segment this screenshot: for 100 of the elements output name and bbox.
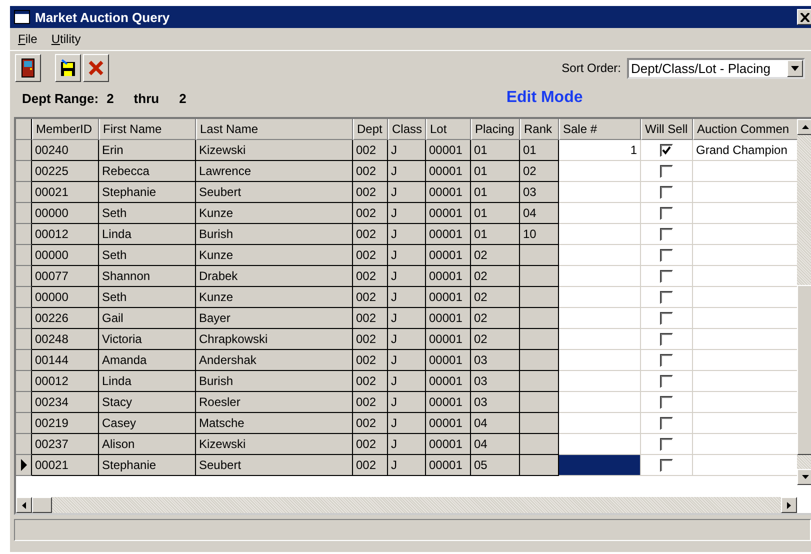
table-cell: Bayer xyxy=(196,308,353,329)
will-sell-checkbox[interactable] xyxy=(660,438,673,450)
will-sell-checkbox[interactable] xyxy=(660,228,673,240)
table-cell: 03 xyxy=(471,371,520,392)
row-header[interactable] xyxy=(16,350,32,371)
row-header[interactable] xyxy=(16,287,32,308)
table-cell xyxy=(520,392,559,413)
table-cell: J xyxy=(388,350,426,371)
table-cell: J xyxy=(388,392,426,413)
will-sell-checkbox[interactable] xyxy=(660,416,673,430)
dropdown-arrow-icon[interactable] xyxy=(791,66,799,70)
sale-number-cell[interactable] xyxy=(559,329,641,350)
table-cell: J xyxy=(388,455,426,476)
will-sell-checkbox[interactable] xyxy=(660,164,673,178)
will-sell-checkbox[interactable] xyxy=(660,144,673,156)
sale-number-cell[interactable] xyxy=(559,371,641,392)
row-header[interactable] xyxy=(16,161,32,182)
row-header[interactable] xyxy=(16,392,32,413)
will-sell-checkbox[interactable] xyxy=(660,248,673,262)
will-sell-checkbox[interactable] xyxy=(660,270,673,282)
table-cell: 002 xyxy=(353,203,388,224)
sale-number-cell[interactable] xyxy=(559,392,641,413)
table-cell: 01 xyxy=(471,203,520,224)
table-cell: Seth xyxy=(99,203,196,224)
column-header[interactable]: Last Name xyxy=(196,119,353,140)
row-header[interactable] xyxy=(16,182,32,203)
row-header[interactable] xyxy=(16,329,32,350)
range-end-value: 2 xyxy=(179,90,186,106)
sort-order-dropdown[interactable]: Dept/Class/Lot - Placing xyxy=(627,58,805,78)
sale-number-cell[interactable] xyxy=(559,308,641,329)
save-icon[interactable] xyxy=(55,54,81,82)
row-header[interactable] xyxy=(16,413,32,434)
sale-number-cell[interactable]: 1 xyxy=(559,140,641,161)
scroll-thumb[interactable] xyxy=(797,285,811,455)
column-header[interactable]: Sale # xyxy=(559,119,641,140)
thru-label: thru xyxy=(134,90,160,106)
sale-number-cell[interactable] xyxy=(559,350,641,371)
column-header[interactable]: First Name xyxy=(99,119,196,140)
column-header[interactable]: Will Sell xyxy=(641,119,693,140)
table-cell: 002 xyxy=(353,308,388,329)
scroll-down-icon[interactable] xyxy=(802,475,808,479)
will-sell-checkbox[interactable] xyxy=(660,354,673,366)
table-cell xyxy=(520,413,559,434)
scroll-left-icon[interactable] xyxy=(22,502,26,508)
table-cell: 01 xyxy=(471,140,520,161)
row-header[interactable] xyxy=(16,434,32,455)
column-header[interactable]: MemberID xyxy=(32,119,99,140)
scroll-thumb[interactable] xyxy=(32,497,52,513)
will-sell-checkbox[interactable] xyxy=(660,186,673,198)
table-cell: 02 xyxy=(471,287,520,308)
door-icon[interactable] xyxy=(15,54,41,82)
table-cell: 002 xyxy=(353,161,388,182)
table-cell: 002 xyxy=(353,224,388,245)
menu-item[interactable]: Utility xyxy=(51,32,81,46)
sale-number-cell[interactable] xyxy=(559,434,641,455)
row-header[interactable] xyxy=(16,371,32,392)
mode-label: Edit Mode xyxy=(506,89,583,107)
will-sell-checkbox[interactable] xyxy=(660,290,673,304)
row-header[interactable] xyxy=(16,266,32,287)
sale-number-cell[interactable] xyxy=(559,266,641,287)
table-cell: 01 xyxy=(471,161,520,182)
row-header[interactable] xyxy=(16,203,32,224)
sale-number-cell[interactable] xyxy=(559,203,641,224)
table-cell: 00000 xyxy=(32,287,99,308)
sale-number-cell[interactable] xyxy=(559,245,641,266)
table-cell: Rebecca xyxy=(99,161,196,182)
scroll-up-icon[interactable] xyxy=(802,125,808,129)
sale-number-cell[interactable] xyxy=(559,182,641,203)
column-header[interactable]: Dept xyxy=(353,119,388,140)
row-header[interactable] xyxy=(16,455,32,476)
will-sell-checkbox[interactable] xyxy=(660,396,673,408)
menu-item[interactable]: File xyxy=(18,32,38,46)
close-button[interactable] xyxy=(797,9,811,25)
table-cell xyxy=(520,308,559,329)
row-header[interactable] xyxy=(16,224,32,245)
column-header[interactable]: Rank xyxy=(520,119,559,140)
column-header[interactable]: Auction Commen xyxy=(693,119,797,140)
row-header[interactable] xyxy=(16,140,32,161)
sale-number-cell[interactable] xyxy=(559,455,641,476)
column-header[interactable]: Lot xyxy=(426,119,471,140)
will-sell-checkbox[interactable] xyxy=(660,312,673,324)
column-header[interactable]: Class xyxy=(388,119,426,140)
table-cell: 00001 xyxy=(426,224,471,245)
will-sell-checkbox[interactable] xyxy=(660,206,673,220)
row-header[interactable] xyxy=(16,245,32,266)
will-sell-checkbox[interactable] xyxy=(660,374,673,388)
cancel-icon[interactable] xyxy=(83,54,109,82)
table-cell: Linda xyxy=(99,371,196,392)
corner-header[interactable] xyxy=(16,119,32,140)
table-cell: 00237 xyxy=(32,434,99,455)
sale-number-cell[interactable] xyxy=(559,161,641,182)
scroll-right-icon[interactable] xyxy=(787,502,791,508)
row-header[interactable] xyxy=(16,308,32,329)
will-sell-checkbox[interactable] xyxy=(660,458,673,472)
sale-number-cell[interactable] xyxy=(559,224,641,245)
column-header[interactable]: Placing xyxy=(471,119,520,140)
sale-number-cell[interactable] xyxy=(559,413,641,434)
sale-number-cell[interactable] xyxy=(559,287,641,308)
table-cell: Matsche xyxy=(196,413,353,434)
will-sell-checkbox[interactable] xyxy=(660,332,673,346)
